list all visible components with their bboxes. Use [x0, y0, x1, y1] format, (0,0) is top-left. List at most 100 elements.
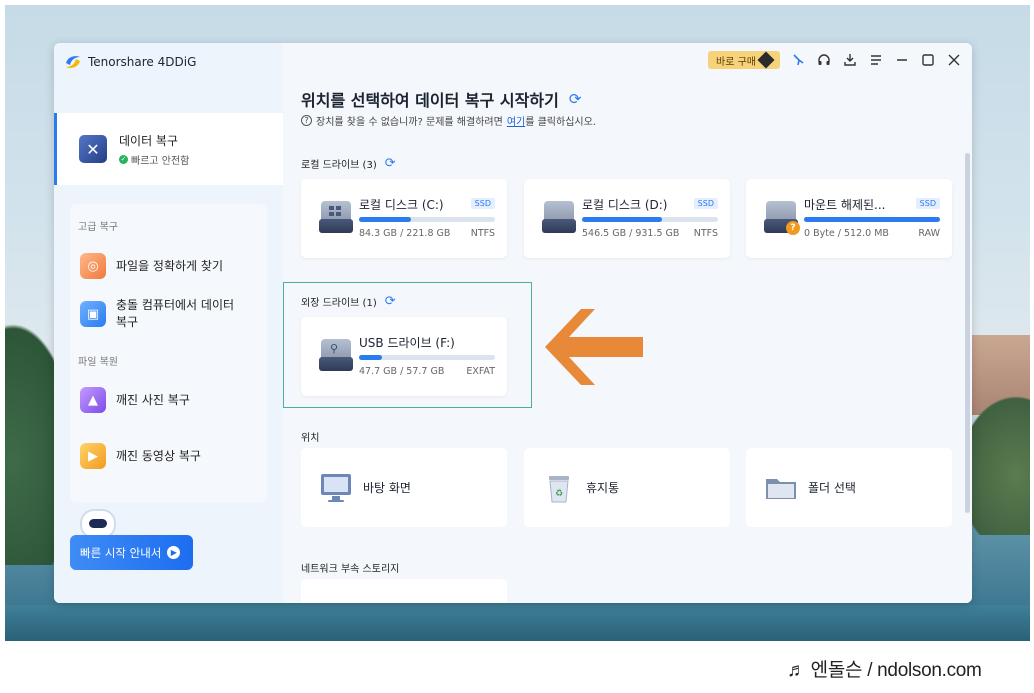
drive-card-c[interactable]: 로컬 디스크 (C:) SSD 84.3 GB / 221.8 GB NTFS [301, 179, 507, 258]
desktop-monitor-icon [319, 471, 353, 505]
drive-type-badge: SSD [915, 198, 940, 209]
section-file-restore: 파일 복원 [78, 357, 118, 368]
page-title: 위치를 선택하여 데이터 복구 시작하기 ⟳ [301, 87, 581, 111]
quick-start-button[interactable]: 빠른 시작 안내서 ▶ [70, 535, 193, 570]
drive-size: 84.3 GB / 221.8 GB [359, 228, 451, 239]
section-advanced-recovery: 고급 복구 [78, 222, 118, 233]
crashed-pc-icon: ▣ [80, 301, 106, 327]
sidebar-item-label: 깨진 사진 복구 [116, 392, 190, 407]
sidebar-item-label: 깨진 동영상 복구 [116, 448, 201, 463]
drive-size: 47.7 GB / 57.7 GB [359, 366, 445, 377]
app-window: Tenorshare 4DDiG ✕ 데이터 복구 ✓ 빠르고 안전함 고급 복… [54, 43, 972, 603]
buy-now-button[interactable]: 바로 구매 [708, 51, 780, 69]
location-recycle-bin[interactable]: ♻ 휴지통 [524, 448, 730, 527]
help-hint: ? 장치를 찾을 수 없습니까? 문제를 해결하려면 여기 를 클릭하십시오. [301, 113, 596, 128]
drive-usage-fill [582, 217, 663, 222]
watermark-caption: ♬ 엔돌슨 / ndolson.com [787, 660, 982, 681]
drive-card-usb-f[interactable]: ⚲ USB 드라이브 (F:) 47.7 GB / 57.7 GB EXFAT [301, 317, 507, 396]
section-local-label: 로컬 드라이브 (3) [301, 160, 377, 171]
refresh-icon[interactable]: ⟳ [385, 156, 396, 171]
drive-type-badge: SSD [470, 198, 495, 209]
close-icon[interactable] [946, 52, 962, 68]
sidebar-item-label: 충돌 컴퓨터에서 데이터 복구 [116, 298, 235, 329]
quick-start-label: 빠른 시작 안내서 [80, 545, 162, 560]
drive-name: 마운트 해제된... [804, 198, 886, 212]
app-name: Tenorshare 4DDiG [88, 55, 197, 69]
drive-card-d[interactable]: 로컬 디스크 (D:) SSD 546.5 GB / 931.5 GB NTFS [524, 179, 730, 258]
drive-name: 로컬 디스크 (D:) [582, 198, 668, 212]
drive-usage-fill [359, 355, 383, 360]
photo-repair-icon: ▲ [80, 387, 106, 413]
video-repair-icon: ▶ [80, 443, 106, 469]
hard-disk-windows-icon [319, 201, 353, 235]
section-locations: 위치 [301, 429, 319, 444]
diamond-icon [757, 51, 775, 69]
nav-data-recovery[interactable]: ✕ 데이터 복구 ✓ 빠르고 안전함 [54, 113, 283, 185]
title-bar-controls: 바로 구매 [708, 51, 962, 69]
drive-filesystem: NTFS [693, 228, 718, 239]
section-external-drives: 외장 드라이브 (1) ⟳ [301, 294, 396, 309]
drive-name: 로컬 디스크 (C:) [359, 198, 444, 212]
shield-check-icon: ✓ [119, 154, 128, 164]
network-storage-card[interactable] [301, 579, 507, 603]
app-logo-row: Tenorshare 4DDiG [64, 53, 196, 71]
tools-icon: ✕ [79, 135, 107, 163]
location-label: 폴더 선택 [808, 481, 856, 495]
hard-disk-icon [542, 201, 576, 235]
section-network-storage: 네트워크 부속 스토리지 [301, 560, 399, 575]
sidebar-item-label: 파일을 정확하게 찾기 [116, 258, 223, 273]
location-label: 바탕 화면 [363, 481, 411, 495]
sidebar-item-photo-repair[interactable]: ▲ 깨진 사진 복구 [80, 387, 260, 413]
recycle-bin-icon: ♻ [542, 471, 576, 505]
sidebar-item-video-repair[interactable]: ▶ 깨진 동영상 복구 [80, 443, 260, 469]
drive-filesystem: RAW [918, 228, 940, 239]
buy-now-label: 바로 구매 [716, 56, 756, 68]
drive-name: USB 드라이브 (F:) [359, 336, 455, 350]
main-scrollbar[interactable] [965, 153, 970, 513]
help-hint-suffix: 를 클릭하십시오. [525, 117, 596, 128]
maximize-icon[interactable] [920, 52, 936, 68]
headset-support-icon[interactable] [816, 52, 832, 68]
sidebar-item-find-file[interactable]: ◎ 파일을 정확하게 찾기 [80, 253, 260, 279]
drive-usage-bar [582, 217, 718, 222]
sidebar-tools-card: 고급 복구 ◎ 파일을 정확하게 찾기 ▣ 충돌 컴퓨터에서 데이터 복구 파일… [70, 204, 267, 502]
section-locations-label: 위치 [301, 433, 320, 444]
screenshot-stage: Tenorshare 4DDiG ✕ 데이터 복구 ✓ 빠르고 안전함 고급 복… [0, 0, 1034, 693]
drive-usage-bar [359, 355, 495, 360]
minimize-icon[interactable] [894, 52, 910, 68]
nav-data-recovery-title: 데이터 복구 [119, 133, 179, 148]
drive-usage-bar [804, 217, 940, 222]
help-circle-icon: ? [301, 115, 312, 126]
orange-arrow-left-icon [545, 309, 643, 385]
drive-type-badge: SSD [693, 198, 718, 209]
svg-text:♻: ♻ [555, 489, 563, 499]
target-file-icon: ◎ [80, 253, 106, 279]
nav-data-recovery-subtitle: ✓ 빠르고 안전함 [119, 152, 189, 167]
wallpaper-water [5, 605, 1030, 641]
drive-size: 546.5 GB / 931.5 GB [582, 228, 680, 239]
drive-usage-bar [359, 217, 495, 222]
hard-disk-warning-icon: ? [764, 201, 800, 235]
main-panel: 바로 구매 위치를 선택하여 데이터 복구 시작하기 ⟳ ? 장치를 찾을 수 … [283, 43, 972, 603]
location-desktop[interactable]: 바탕 화면 [301, 448, 507, 527]
chevron-right-icon: ▶ [167, 546, 181, 559]
menu-icon[interactable] [868, 52, 884, 68]
help-link[interactable]: 여기 [507, 113, 525, 128]
download-icon[interactable] [842, 52, 858, 68]
page-title-text: 위치를 선택하여 데이터 복구 시작하기 [301, 91, 559, 110]
location-label: 휴지통 [586, 481, 620, 495]
sidebar-item-crashed-pc[interactable]: ▣ 충돌 컴퓨터에서 데이터 복구 [80, 297, 260, 331]
drive-usage-fill [359, 217, 411, 222]
tools-wrench-icon[interactable] [790, 52, 806, 68]
drive-filesystem: EXFAT [466, 366, 495, 377]
drive-size: 0 Byte / 512.0 MB [804, 228, 889, 239]
sidebar: Tenorshare 4DDiG ✕ 데이터 복구 ✓ 빠르고 안전함 고급 복… [54, 43, 283, 603]
location-select-folder[interactable]: 폴더 선택 [746, 448, 952, 527]
refresh-icon[interactable]: ⟳ [385, 294, 396, 309]
drive-card-unmounted[interactable]: ? 마운트 해제된... SSD 0 Byte / 512.0 MB RAW [746, 179, 952, 258]
help-hint-prefix: 장치를 찾을 수 없습니까? 문제를 해결하려면 [316, 117, 503, 128]
nav-subtitle-text: 빠르고 안전함 [131, 155, 190, 167]
section-local-drives: 로컬 드라이브 (3) ⟳ [301, 156, 396, 171]
usb-drive-icon: ⚲ [319, 339, 353, 373]
refresh-icon[interactable]: ⟳ [569, 90, 582, 108]
